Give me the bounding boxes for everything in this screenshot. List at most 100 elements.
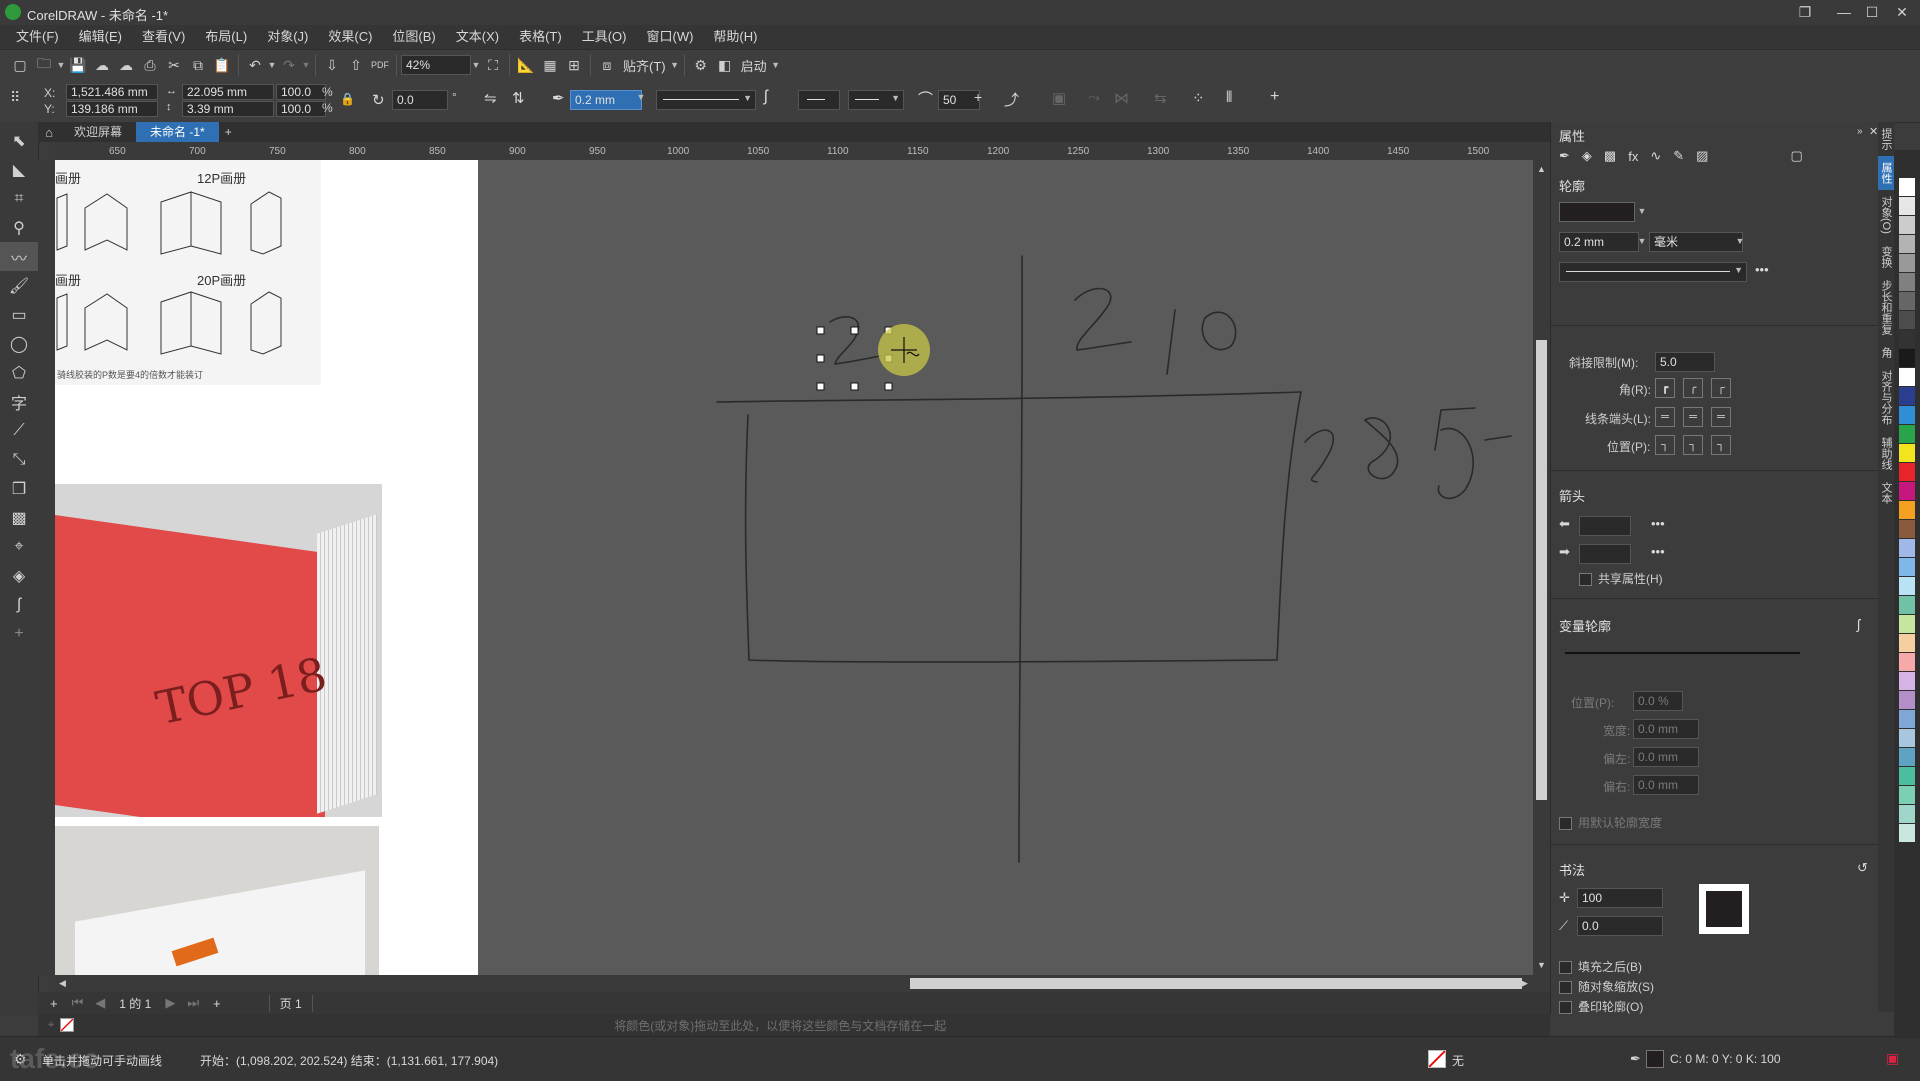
palette-swatch[interactable] bbox=[1899, 273, 1915, 291]
copy-icon[interactable]: ⧉ bbox=[186, 53, 210, 77]
outline-width-dropdown-icon[interactable]: ▼ bbox=[636, 92, 646, 102]
end-arrow-more-button[interactable]: ••• bbox=[1651, 544, 1665, 559]
grid-icon[interactable]: ▦ bbox=[538, 53, 562, 77]
launch-dropdown-icon[interactable]: ▼ bbox=[771, 60, 781, 70]
docker-tab-objects[interactable]: 对象(O) bbox=[1878, 190, 1894, 240]
use-default-width-checkbox[interactable]: 用默认轮廓宽度 bbox=[1559, 814, 1662, 831]
mirror-vertical-icon[interactable]: ⇅ bbox=[512, 89, 525, 107]
nib-angle-field[interactable]: 0.0 bbox=[1577, 916, 1663, 936]
round-corner-button[interactable]: ╭ bbox=[1683, 378, 1703, 398]
docker-close-icon[interactable]: ✕ bbox=[1869, 125, 1878, 138]
vertical-scroll-thumb[interactable] bbox=[1536, 340, 1547, 800]
end-arrow-select[interactable] bbox=[1579, 544, 1631, 564]
restore-docker-button[interactable]: ❐ bbox=[1790, 2, 1820, 22]
interactive-fill-icon[interactable]: ◈ bbox=[0, 561, 38, 590]
minimize-button[interactable]: — bbox=[1829, 2, 1859, 22]
menu-object[interactable]: 对象(J) bbox=[257, 25, 318, 49]
new-tab-button[interactable]: + bbox=[219, 122, 238, 142]
lock-ratio-icon[interactable]: 🔒 bbox=[340, 92, 355, 106]
menu-layout[interactable]: 布局(L) bbox=[195, 25, 257, 49]
cloud-upload-icon[interactable]: ☁ bbox=[90, 53, 114, 77]
color-eyedropper-icon[interactable]: ⌖ bbox=[48, 1019, 54, 1032]
options-gear-icon[interactable]: ⚙ bbox=[689, 53, 713, 77]
add-toolbar-button[interactable]: + bbox=[1270, 88, 1279, 106]
scroll-up-icon[interactable]: ▲ bbox=[1537, 164, 1546, 174]
palette-swatch[interactable] bbox=[1899, 349, 1915, 367]
palette-swatch[interactable] bbox=[1899, 634, 1915, 652]
palette-swatch[interactable] bbox=[1899, 710, 1915, 728]
outline-color-swatch[interactable] bbox=[1646, 1050, 1664, 1068]
x-position-field[interactable]: 1,521.486 mm bbox=[66, 84, 158, 100]
maximize-button[interactable]: ☐ bbox=[1857, 2, 1887, 22]
square-cap-button[interactable]: ═ bbox=[1711, 407, 1731, 427]
palette-swatch[interactable] bbox=[1899, 824, 1915, 842]
rectangle-tool-icon[interactable]: ▭ bbox=[0, 300, 38, 329]
palette-swatch[interactable] bbox=[1899, 672, 1915, 690]
print-icon[interactable]: ⎙ bbox=[138, 53, 162, 77]
docker-tab-properties[interactable]: 属性 bbox=[1878, 156, 1894, 190]
close-button[interactable]: ✕ bbox=[1887, 2, 1917, 22]
export-icon[interactable]: ⇧ bbox=[344, 53, 368, 77]
palette-swatch[interactable] bbox=[1899, 805, 1915, 823]
freehand-tool-icon[interactable]: 〰 bbox=[0, 242, 38, 271]
var-width-field[interactable]: 0.0 mm bbox=[1633, 719, 1699, 739]
add-page-before-icon[interactable]: + bbox=[50, 996, 58, 1011]
eyedropper-icon[interactable]: ⌖ bbox=[0, 532, 38, 561]
color-proof-icon[interactable]: ▣ bbox=[1886, 1050, 1899, 1067]
behind-fill-checkbox[interactable]: 填充之后(B) bbox=[1559, 958, 1642, 975]
smart-fill-icon[interactable]: ʃ bbox=[0, 590, 38, 619]
var-left-field[interactable]: 0.0 mm bbox=[1633, 747, 1699, 767]
horizontal-scrollbar[interactable]: ◀ ▶ bbox=[55, 975, 1550, 992]
inside-outline-button[interactable]: ┐ bbox=[1711, 435, 1731, 455]
redo-dropdown-icon[interactable]: ▼ bbox=[301, 60, 311, 70]
break-apart-icon[interactable]: ⋈ bbox=[1114, 89, 1129, 107]
center-outline-button[interactable]: ┐ bbox=[1683, 435, 1703, 455]
zoom-tool-icon[interactable]: ⚲ bbox=[0, 213, 38, 242]
vertical-ruler[interactable] bbox=[38, 160, 56, 975]
previous-page-icon[interactable]: ◀ bbox=[95, 995, 105, 1011]
palette-swatch[interactable] bbox=[1899, 254, 1915, 272]
outside-outline-button[interactable]: ┐ bbox=[1655, 435, 1675, 455]
redo-icon[interactable]: ↷ bbox=[277, 53, 301, 77]
palette-swatch[interactable] bbox=[1899, 463, 1915, 481]
share-attributes-checkbox[interactable]: 共享属性(H) bbox=[1579, 570, 1663, 587]
palette-swatch[interactable] bbox=[1899, 786, 1915, 804]
palette-swatch[interactable] bbox=[1899, 615, 1915, 633]
vertical-scrollbar[interactable]: ▲ ▼ bbox=[1533, 160, 1550, 975]
menu-tools[interactable]: 工具(O) bbox=[572, 25, 637, 49]
palette-swatch[interactable] bbox=[1899, 539, 1915, 557]
zoom-dropdown-icon[interactable]: ▼ bbox=[471, 60, 481, 70]
palette-swatch[interactable] bbox=[1899, 577, 1915, 595]
scale-with-object-checkbox[interactable]: 随对象缩放(S) bbox=[1559, 978, 1654, 995]
bevel-corner-button[interactable]: ┌ bbox=[1711, 378, 1731, 398]
start-arrow-more-button[interactable]: ••• bbox=[1651, 516, 1665, 531]
cloud-sync-icon[interactable]: ☁ bbox=[114, 53, 138, 77]
pdf-icon[interactable]: PDF bbox=[368, 53, 392, 77]
connector-tool-icon[interactable]: ⤡ bbox=[0, 445, 38, 474]
freehand-sketch[interactable] bbox=[55, 160, 1533, 975]
palette-swatch[interactable] bbox=[1899, 748, 1915, 766]
palette-swatch[interactable] bbox=[1899, 311, 1915, 329]
outline-width-input[interactable]: 0.2 mm bbox=[1559, 232, 1639, 252]
zoom-level-field[interactable]: 42% bbox=[401, 55, 471, 75]
horizontal-ruler[interactable]: 650 700 750 800 850 900 950 1000 1050 11… bbox=[55, 142, 1550, 161]
butt-cap-button[interactable]: ═ bbox=[1655, 407, 1675, 427]
snap-dropdown-icon[interactable]: ▼ bbox=[670, 60, 680, 70]
paste-icon[interactable]: 📋 bbox=[210, 53, 234, 77]
docker-tab-guidelines[interactable]: 辅助线 bbox=[1878, 431, 1894, 476]
frame-tab-icon[interactable]: ▢ bbox=[1790, 148, 1802, 164]
palette-swatch[interactable] bbox=[1899, 197, 1915, 215]
scale-y-field[interactable]: 100.0 bbox=[276, 101, 326, 117]
first-page-icon[interactable]: ⏮ bbox=[72, 995, 84, 1011]
parallel-dimension-icon[interactable]: ⟋ bbox=[0, 416, 38, 445]
var-position-field[interactable]: 0.0 % bbox=[1633, 691, 1683, 711]
menu-window[interactable]: 窗口(W) bbox=[636, 25, 703, 49]
nib-shape-preview[interactable] bbox=[1699, 884, 1749, 934]
no-color-swatch[interactable] bbox=[60, 1018, 75, 1032]
pick-tool-icon[interactable]: ⬉ bbox=[0, 126, 38, 155]
outline-width-field[interactable]: 0.2 mm bbox=[570, 90, 642, 110]
scroll-right-icon[interactable]: ▶ bbox=[1521, 978, 1528, 989]
page-tab[interactable]: 页 1 bbox=[268, 994, 313, 1012]
transparency-tab-icon[interactable]: ▩ bbox=[1604, 148, 1616, 164]
round-cap-button[interactable]: ═ bbox=[1683, 407, 1703, 427]
